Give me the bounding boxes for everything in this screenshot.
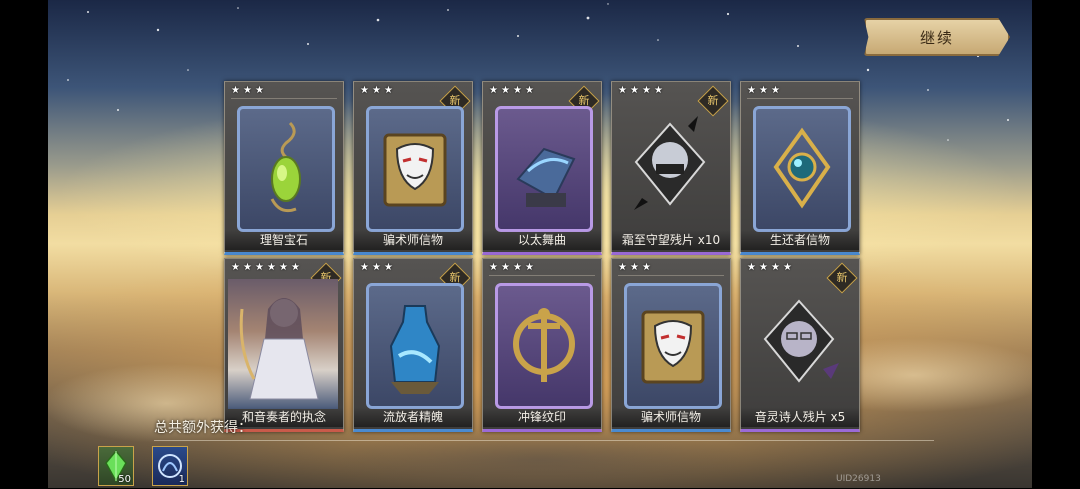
green-gem-icon <box>270 121 301 213</box>
uid-text: UID26913 <box>836 474 881 484</box>
card-name: 理智宝石 <box>225 230 343 250</box>
item-frame <box>237 106 335 232</box>
mask-book-icon <box>641 310 705 384</box>
reward-card[interactable]: ★ ★ ★ 新 骗术师信物 <box>353 81 473 255</box>
reward-card[interactable]: ★ ★ ★ ★ 新 音灵诗人残片 x5 <box>740 258 860 432</box>
item-frame <box>495 106 593 232</box>
rarity-stars: ★ ★ ★ <box>747 85 780 96</box>
rarity-stars: ★ ★ ★ ★ <box>618 85 663 96</box>
harpist-character-icon <box>239 298 319 400</box>
character-portrait <box>228 279 338 409</box>
character-shard-icon <box>634 116 706 210</box>
card-name: 以太舞曲 <box>483 230 601 250</box>
charge-sigil-icon <box>513 308 575 382</box>
item-frame <box>366 106 464 232</box>
rarity-stars: ★ ★ ★ <box>618 262 651 273</box>
card-name: 冲锋纹印 <box>483 407 601 427</box>
card-name: 霜至守望残片 x10 <box>612 230 730 250</box>
rarity-stars: ★ ★ ★ ★ <box>489 85 534 96</box>
bonus-item[interactable]: 1 <box>152 446 188 486</box>
card-name: 骗术师信物 <box>612 407 730 427</box>
divider <box>489 275 595 276</box>
reward-card[interactable]: ★ ★ ★ 理智宝石 <box>224 81 344 255</box>
divider <box>154 440 934 441</box>
divider <box>231 98 337 99</box>
rarity-stars: ★ ★ ★ <box>360 85 393 96</box>
bonus-quantity: 1 <box>178 474 185 485</box>
mask-book-icon <box>383 133 447 207</box>
continue-label: 继续 <box>919 28 954 47</box>
rarity-stars: ★ ★ ★ ★ <box>489 262 534 273</box>
bonus-item[interactable]: 50 <box>98 446 134 486</box>
exile-spirit-icon <box>389 305 441 394</box>
card-name: 音灵诗人残片 x5 <box>741 407 859 427</box>
reward-card[interactable]: ★ ★ ★ ★ 新 霜至守望残片 x10 <box>611 81 731 255</box>
bonus-label: 总共额外获得： <box>154 420 252 436</box>
rarity-stars: ★ ★ ★ <box>360 262 393 273</box>
item-frame <box>753 283 845 403</box>
rarity-stars: ★ ★ ★ ★ ★ ★ <box>231 262 300 273</box>
reward-card[interactable]: ★ ★ ★ 骗术师信物 <box>611 258 731 432</box>
character-shard-icon <box>763 299 839 383</box>
item-frame <box>366 283 464 409</box>
reward-card[interactable]: ★ ★ ★ ★ 冲锋纹印 <box>482 258 602 432</box>
reward-card[interactable]: ★ ★ ★ 生还者信物 <box>740 81 860 255</box>
reward-card[interactable]: ★ ★ ★ ★ 新 以太舞曲 <box>482 81 602 255</box>
survivor-eye-icon <box>773 127 831 209</box>
divider <box>747 98 853 99</box>
rarity-stars: ★ ★ ★ <box>231 85 264 96</box>
reward-card[interactable]: ★ ★ ★ 新 流放者精魄 <box>353 258 473 432</box>
continue-button[interactable]: 继续 <box>864 18 1010 56</box>
ether-dance-icon <box>516 147 576 207</box>
divider <box>618 275 724 276</box>
reward-card[interactable]: ★ ★ ★ ★ ★ ★ 新 和音奏者的执念 <box>224 258 344 432</box>
rarity-stars: ★ ★ ★ ★ <box>747 262 792 273</box>
card-name: 骗术师信物 <box>354 230 472 250</box>
item-frame <box>495 283 593 409</box>
card-name: 流放者精魄 <box>354 407 472 427</box>
item-frame <box>624 106 716 226</box>
item-frame <box>753 106 851 232</box>
card-name: 生还者信物 <box>741 230 859 250</box>
item-frame <box>624 283 722 409</box>
bonus-quantity: 50 <box>118 474 131 485</box>
